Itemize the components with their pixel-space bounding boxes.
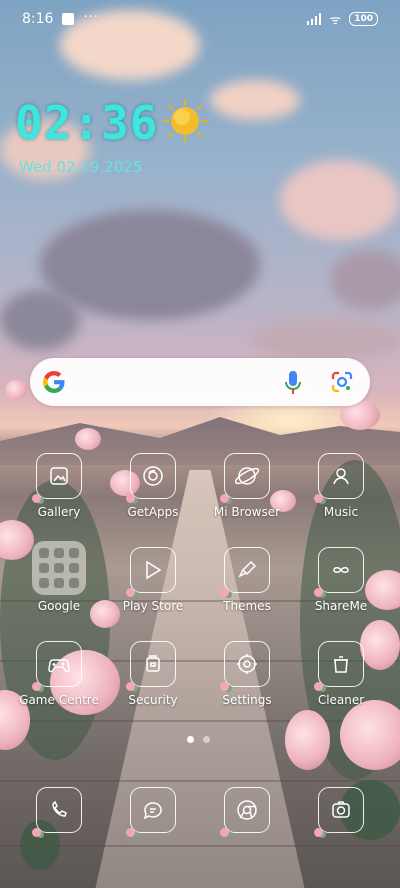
app-label: GetApps bbox=[127, 505, 179, 519]
app-label: Game Centre bbox=[19, 693, 99, 707]
play-store-icon bbox=[126, 547, 176, 597]
app-google-folder[interactable]: Google bbox=[14, 541, 104, 613]
app-play-store[interactable]: Play Store bbox=[108, 547, 198, 613]
app-security[interactable]: Security bbox=[108, 641, 198, 707]
app-label: ShareMe bbox=[314, 599, 368, 613]
google-g-icon bbox=[43, 371, 65, 393]
settings-icon bbox=[220, 641, 270, 691]
security-icon bbox=[126, 641, 176, 691]
chrome-icon bbox=[220, 787, 270, 837]
page-dot-active bbox=[187, 736, 194, 743]
page-dot bbox=[203, 736, 210, 743]
signal-icon bbox=[307, 13, 322, 25]
app-mi-browser[interactable]: Mi Browser bbox=[202, 453, 292, 519]
app-game-centre[interactable]: Game Centre bbox=[14, 641, 104, 707]
phone-icon bbox=[32, 787, 82, 837]
mic-icon[interactable] bbox=[283, 370, 303, 396]
themes-icon bbox=[220, 547, 270, 597]
app-label: Music bbox=[323, 505, 359, 519]
app-label: Themes bbox=[223, 599, 271, 613]
sun-icon[interactable] bbox=[160, 98, 210, 144]
app-gallery[interactable]: Gallery bbox=[14, 453, 104, 519]
dock-phone[interactable] bbox=[14, 787, 104, 837]
notification-square-icon bbox=[62, 13, 75, 25]
app-shareme[interactable]: ShareMe bbox=[296, 547, 386, 613]
app-cleaner[interactable]: Cleaner bbox=[296, 641, 386, 707]
app-settings[interactable]: Settings bbox=[202, 641, 292, 707]
google-folder-icon bbox=[32, 541, 86, 595]
cleaner-icon bbox=[314, 641, 364, 691]
app-label: Security bbox=[128, 693, 178, 707]
app-label: Google bbox=[37, 599, 81, 613]
app-label: Gallery bbox=[37, 505, 81, 519]
getapps-icon bbox=[126, 453, 176, 503]
google-search-bar[interactable] bbox=[30, 358, 370, 406]
music-icon bbox=[314, 453, 364, 503]
app-label: Mi Browser bbox=[213, 505, 281, 519]
browser-icon bbox=[220, 453, 270, 503]
dock-camera[interactable] bbox=[296, 787, 386, 837]
app-themes[interactable]: Themes bbox=[202, 547, 292, 613]
status-bar: 8:16 ··· ᯤ 100 bbox=[0, 0, 400, 38]
dock-messages[interactable] bbox=[108, 787, 198, 837]
battery-icon: 100 bbox=[349, 12, 378, 26]
app-music[interactable]: Music bbox=[296, 453, 386, 519]
page-indicator bbox=[187, 736, 210, 743]
dock-chrome[interactable] bbox=[202, 787, 292, 837]
wifi-icon: ᯤ bbox=[329, 13, 342, 28]
app-getapps[interactable]: GetApps bbox=[108, 453, 198, 519]
app-label: Play Store bbox=[122, 599, 184, 613]
gallery-icon bbox=[32, 453, 82, 503]
gamepad-icon bbox=[32, 641, 82, 691]
app-label: Settings bbox=[222, 693, 272, 707]
home-screen: 8:16 ··· ᯤ 100 02:36 Wed 02.19.2025 Gall… bbox=[0, 0, 400, 888]
camera-icon bbox=[314, 787, 364, 837]
status-time: 8:16 bbox=[22, 11, 54, 27]
app-label: Cleaner bbox=[317, 693, 365, 707]
clock-widget-date[interactable]: Wed 02.19.2025 bbox=[19, 158, 142, 176]
google-lens-icon[interactable] bbox=[330, 370, 354, 394]
clock-widget-time[interactable]: 02:36 bbox=[15, 96, 158, 150]
messages-icon bbox=[126, 787, 176, 837]
more-notifications-icon: ··· bbox=[83, 9, 99, 25]
shareme-icon bbox=[314, 547, 364, 597]
